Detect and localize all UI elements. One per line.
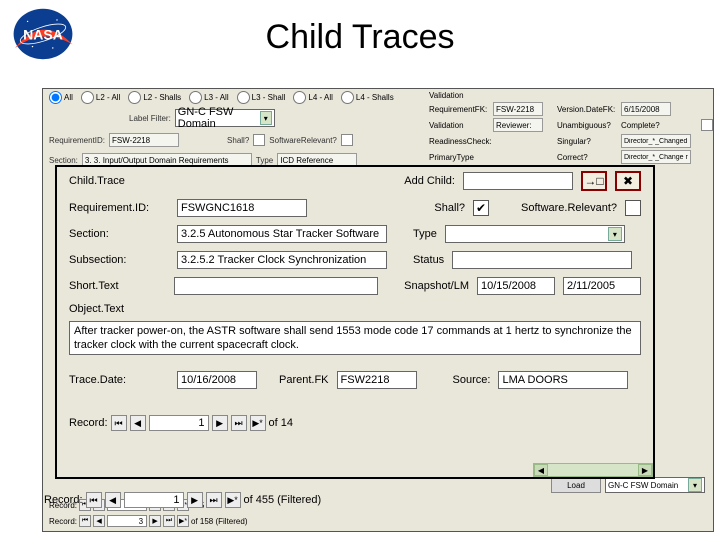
- radio-l4-all[interactable]: L4 - All: [293, 91, 332, 104]
- inner-record-of: of: [269, 417, 278, 429]
- type-select[interactable]: ▾: [445, 225, 625, 243]
- radio-l4-shalls[interactable]: L4 - Shalls: [341, 91, 394, 104]
- software-relevant-checkbox[interactable]: [625, 200, 641, 216]
- outofscope-checkbox[interactable]: [701, 119, 713, 131]
- page-title: Child Traces: [0, 0, 720, 57]
- nasa-logo: NASA: [8, 6, 78, 62]
- correct-label: Correct?: [557, 153, 617, 162]
- lm-input[interactable]: [563, 277, 641, 295]
- svg-text:NASA: NASA: [23, 27, 63, 43]
- parentfk-input[interactable]: [337, 371, 417, 389]
- add-child-button[interactable]: →□: [581, 171, 607, 191]
- nav-last-icon[interactable]: ⏭: [206, 492, 222, 508]
- section-input[interactable]: [177, 225, 387, 243]
- label-filter-label: Label Filter:: [129, 114, 171, 123]
- nav-first-icon[interactable]: ⏮: [111, 415, 127, 431]
- label-filter-select[interactable]: GN-C FSW Domain▾: [175, 109, 275, 127]
- outer-record-input[interactable]: [124, 492, 184, 508]
- top-requirementid-label: RequirementID:: [49, 136, 105, 145]
- readinesscheck-label: ReadinessCheck:: [429, 137, 489, 146]
- top-shall-checkbox[interactable]: [253, 134, 265, 146]
- type-label: Type: [413, 228, 437, 240]
- versiondatefk-input[interactable]: [621, 102, 671, 116]
- subsection-label: Subsection:: [69, 254, 169, 266]
- nav-first-icon[interactable]: ⏮: [86, 492, 102, 508]
- complete-label: Complete?: [621, 121, 697, 130]
- unambiguous-label: Unambiguous?: [557, 121, 617, 130]
- scroll-left-icon[interactable]: ◀: [534, 464, 548, 476]
- nav-next-icon[interactable]: ▶: [212, 415, 228, 431]
- nav-prev-icon[interactable]: ◀: [130, 415, 146, 431]
- director-change-notco-input[interactable]: [621, 150, 691, 164]
- horizontal-scrollbar[interactable]: ◀ ▶: [533, 463, 653, 477]
- top-swrelevant-label: SoftwareRelevant?: [269, 136, 337, 145]
- delete-child-button[interactable]: ✖: [615, 171, 641, 191]
- top-type-label: Type: [256, 156, 273, 165]
- shall-checkbox[interactable]: [473, 200, 489, 216]
- load-domain-select[interactable]: GN-C FSW Domain▾: [605, 477, 705, 493]
- radio-l2-shalls[interactable]: L2 - Shalls: [128, 91, 181, 104]
- outer-record-nav: Record: ⏮ ◀ ▶ ⏭ ▶* of 455 (Filtered): [44, 462, 321, 538]
- director-changed-input[interactable]: [621, 134, 691, 148]
- objecttext-label: Object.Text: [69, 303, 169, 315]
- top-section-label: Section:: [49, 156, 78, 165]
- radio-l2-all[interactable]: L2 - All: [81, 91, 120, 104]
- chevron-down-icon: ▾: [260, 111, 272, 125]
- add-child-input[interactable]: [463, 172, 573, 190]
- top-requirementid-input[interactable]: [109, 133, 179, 147]
- outer-record-total: 455 (Filtered): [256, 494, 321, 506]
- chevron-down-icon: ▾: [688, 478, 702, 492]
- inner-record-label: Record:: [69, 417, 108, 429]
- source-label: Source:: [453, 374, 491, 386]
- requirementid-input[interactable]: [177, 199, 307, 217]
- requirementfk-label: RequirementFK:: [429, 105, 489, 114]
- source-input[interactable]: [498, 371, 628, 389]
- validation-row-label: Validation: [429, 121, 489, 130]
- childtrace-header: Child.Trace: [69, 175, 169, 187]
- nav-new-icon[interactable]: ▶*: [250, 415, 266, 431]
- top-shall-label: Shall?: [227, 136, 249, 145]
- nav-last-icon[interactable]: ⏭: [231, 415, 247, 431]
- snapshot-input[interactable]: [477, 277, 555, 295]
- subsection-input[interactable]: [177, 251, 387, 269]
- shall-label: Shall?: [434, 202, 465, 214]
- requirementfk-input[interactable]: [493, 102, 543, 116]
- primarytype-label: PrimaryType: [429, 153, 489, 162]
- objecttext-textarea[interactable]: After tracker power-on, the ASTR softwar…: [69, 321, 641, 355]
- software-relevant-label: Software.Relevant?: [521, 202, 617, 214]
- shorttext-input[interactable]: [174, 277, 378, 295]
- section-label: Section:: [69, 228, 169, 240]
- requirementid-label: Requirement.ID:: [69, 202, 169, 214]
- top-swrelevant-checkbox[interactable]: [341, 134, 353, 146]
- nav-next-icon[interactable]: ▶: [187, 492, 203, 508]
- outer-record-of: of: [244, 494, 253, 506]
- radio-all[interactable]: All: [49, 91, 73, 104]
- singular-label: Singular?: [557, 137, 617, 146]
- radio-l3-shall[interactable]: L3 - Shall: [237, 91, 286, 104]
- tracedate-label: Trace.Date:: [69, 374, 169, 386]
- inner-record-input[interactable]: [149, 415, 209, 431]
- tracedate-input[interactable]: [177, 371, 257, 389]
- inner-record-nav: Record: ⏮ ◀ ▶ ⏭ ▶* of 14: [57, 409, 653, 437]
- inner-record-total: 14: [281, 417, 293, 429]
- nav-prev-icon[interactable]: ◀: [105, 492, 121, 508]
- parentfk-label: Parent.FK: [279, 374, 329, 386]
- versiondatefk-label: Version.DateFK:: [557, 105, 617, 114]
- validation-panel: Validation RequirementFK: Version.DateFK…: [423, 89, 713, 177]
- status-label: Status: [413, 254, 444, 266]
- validation-reviewer-input[interactable]: [493, 118, 543, 132]
- validation-header: Validation: [429, 91, 707, 100]
- radio-l3-all[interactable]: L3 - All: [189, 91, 228, 104]
- child-trace-form: Child.Trace Add Child: →□ ✖ Requirement.…: [55, 165, 655, 479]
- snapshot-lm-label: Snapshot/LM: [404, 280, 469, 292]
- outer-record-label: Record:: [44, 494, 83, 506]
- add-child-label: Add Child:: [404, 175, 455, 187]
- status-input[interactable]: [452, 251, 632, 269]
- shorttext-label: Short.Text: [69, 280, 166, 292]
- scroll-right-icon[interactable]: ▶: [638, 464, 652, 476]
- chevron-down-icon: ▾: [608, 227, 622, 241]
- nav-new-icon[interactable]: ▶*: [225, 492, 241, 508]
- load-button[interactable]: Load: [551, 477, 601, 493]
